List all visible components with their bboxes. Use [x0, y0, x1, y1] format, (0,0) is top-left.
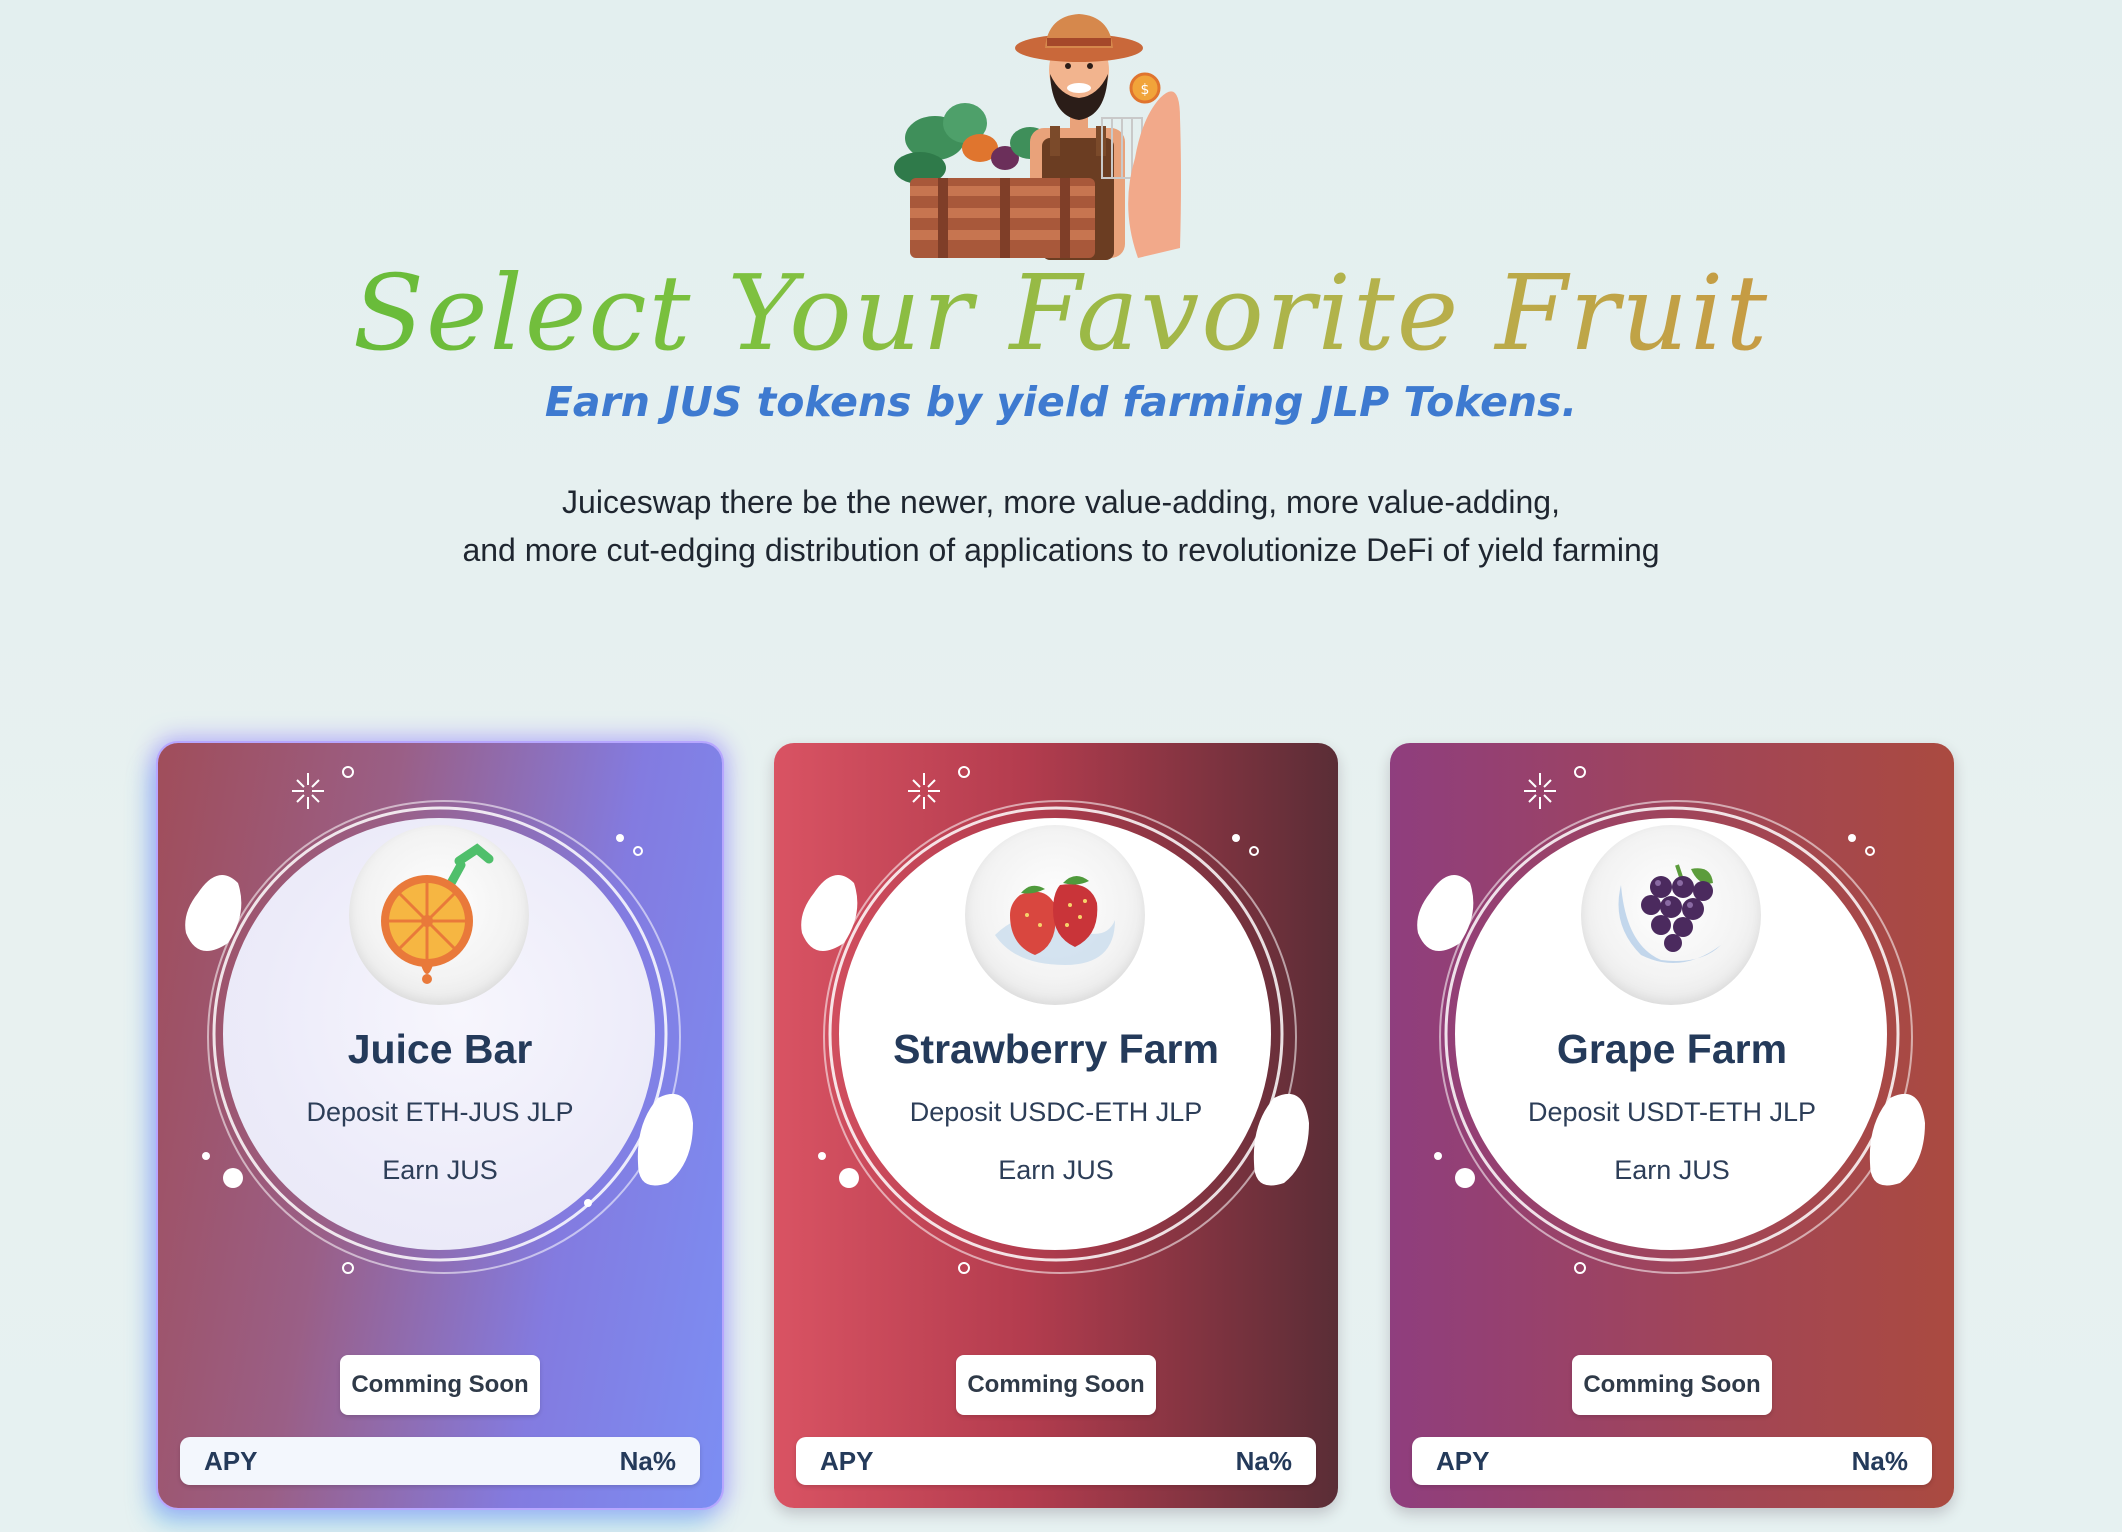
farm-earn-text: Earn JUS: [1614, 1155, 1730, 1185]
farm-card-strawberry-farm[interactable]: Strawberry Farm Deposit USDC-ETH JLP Ear…: [774, 743, 1338, 1508]
farmer-with-crate-icon: $: [894, 14, 1181, 260]
apy-value: Na%: [1851, 1446, 1908, 1476]
fruit-badge: [965, 825, 1145, 1005]
farm-deposit-text: Deposit USDC-ETH JLP: [909, 1097, 1203, 1127]
apy-label: APY: [1436, 1446, 1490, 1476]
apy-bar: APY Na%: [1412, 1437, 1932, 1485]
farm-card-juice-bar[interactable]: Juice Bar Deposit ETH-JUS JLP Earn JUS C…: [158, 743, 722, 1508]
farmer-illustration: $: [880, 8, 1210, 260]
farm-name: Juice Bar: [347, 1026, 533, 1072]
fruit-badge: [349, 825, 529, 1005]
coming-soon-button[interactable]: Comming Soon: [1572, 1355, 1772, 1415]
apy-bar: APY Na%: [180, 1437, 700, 1485]
page-description: Juiceswap there be the newer, more value…: [0, 478, 2122, 574]
description-line-2: and more cut-edging distribution of appl…: [462, 532, 1660, 568]
page-subtitle: Earn JUS tokens by yield farming JLP Tok…: [544, 378, 1578, 426]
farm-name: Grape Farm: [1556, 1026, 1788, 1072]
farm-deposit-text: Deposit ETH-JUS JLP: [306, 1097, 574, 1127]
description-line-1: Juiceswap there be the newer, more value…: [562, 484, 1560, 520]
svg-text:$: $: [1141, 82, 1150, 98]
farm-name: Strawberry Farm: [893, 1026, 1219, 1072]
apy-value: Na%: [619, 1446, 676, 1476]
page-title: Select Your Favorite Fruit: [0, 248, 2122, 378]
coming-soon-button[interactable]: Comming Soon: [956, 1355, 1156, 1415]
strawberry-icon: [995, 875, 1115, 965]
farm-earn-text: Earn JUS: [998, 1155, 1114, 1185]
farm-deposit-text: Deposit USDT-ETH JLP: [1527, 1097, 1817, 1127]
farm-earn-text: Earn JUS: [382, 1155, 498, 1185]
apy-label: APY: [204, 1446, 258, 1476]
coming-soon-button[interactable]: Comming Soon: [340, 1355, 540, 1415]
apy-value: Na%: [1235, 1446, 1292, 1476]
farm-card-grape-farm[interactable]: Grape Farm Deposit USDT-ETH JLP Earn JUS…: [1390, 743, 1954, 1508]
apy-bar: APY Na%: [796, 1437, 1316, 1485]
orange-juice-icon: [381, 843, 494, 984]
grape-icon: [1618, 864, 1721, 963]
apy-label: APY: [820, 1446, 874, 1476]
fruit-badge: [1581, 825, 1761, 1005]
